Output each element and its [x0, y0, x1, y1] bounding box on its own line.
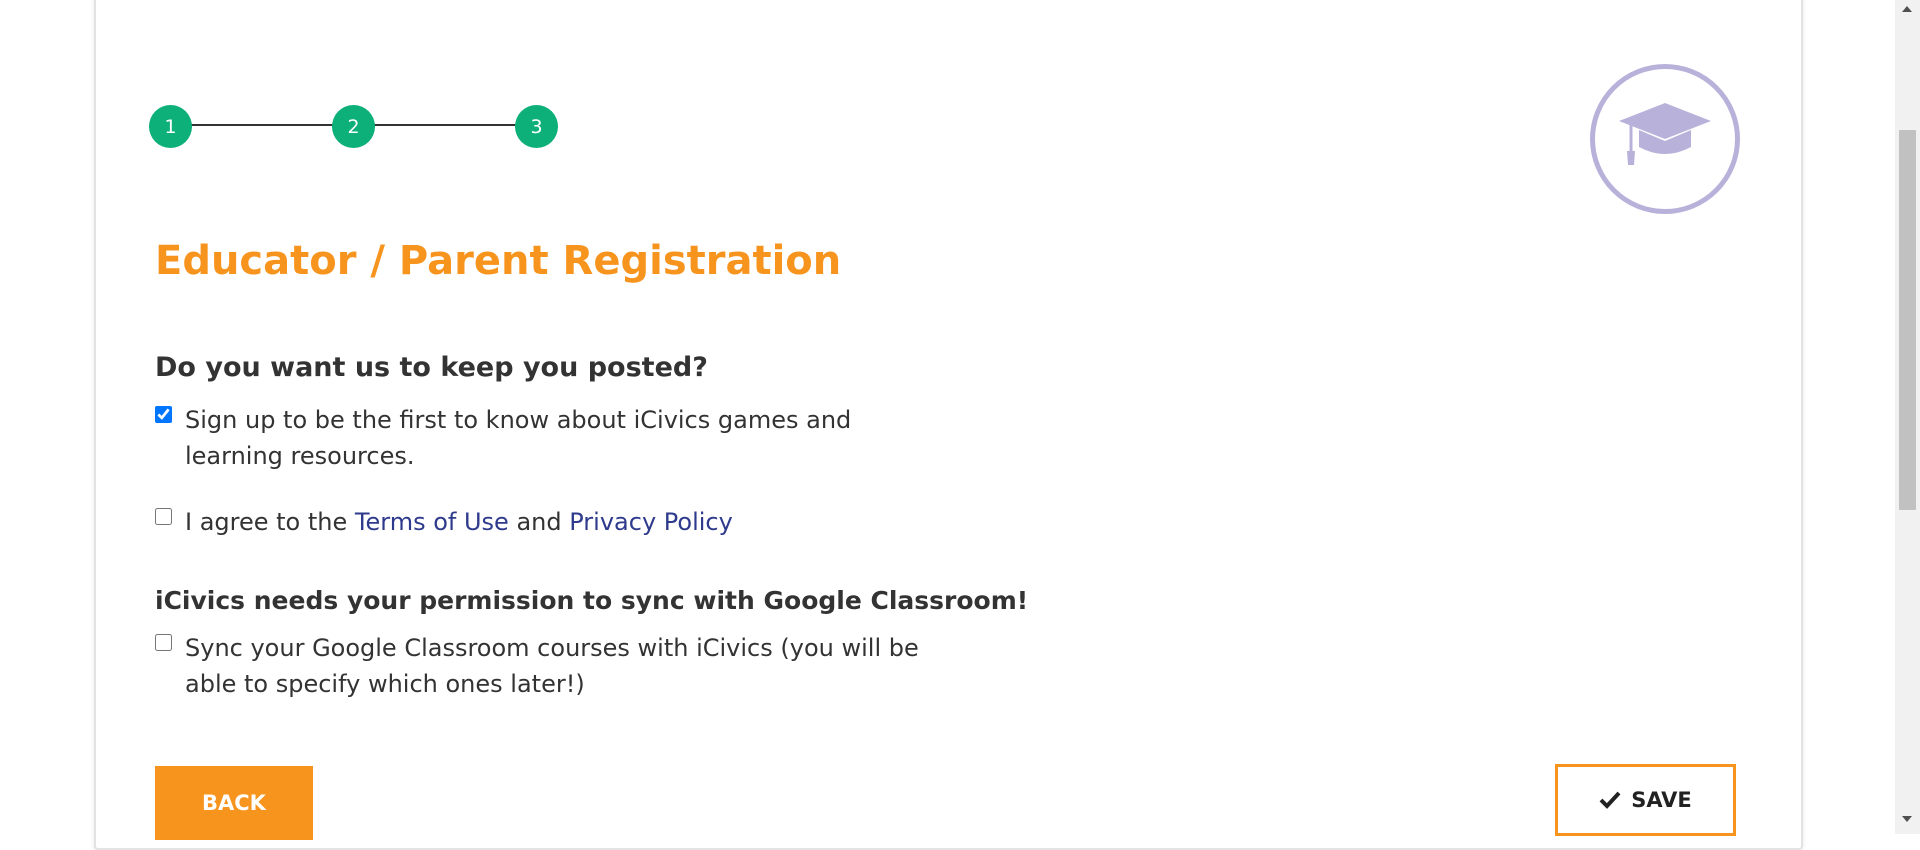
step-2: 2	[332, 105, 375, 148]
scroll-up-arrow-icon[interactable]	[1902, 6, 1912, 12]
back-button[interactable]: BACK	[155, 766, 313, 840]
save-button[interactable]: SAVE	[1555, 764, 1736, 836]
scroll-thumb[interactable]	[1899, 130, 1916, 510]
terms-prefix: I agree to the	[185, 508, 348, 536]
step-1-number: 1	[164, 115, 177, 138]
step-3: 3	[515, 105, 558, 148]
page-scrollbar[interactable]	[1895, 0, 1920, 834]
step-3-number: 3	[530, 115, 543, 138]
page-title: Educator / Parent Registration	[155, 238, 842, 284]
save-button-label: SAVE	[1631, 788, 1692, 812]
privacy-policy-link[interactable]: Privacy Policy	[569, 508, 733, 536]
terms-of-use-link[interactable]: Terms of Use	[355, 508, 509, 536]
terms-label: I agree to the Terms of Use and Privacy …	[185, 504, 945, 540]
checkmark-icon	[1599, 791, 1621, 809]
newsletter-heading: Do you want us to keep you posted?	[155, 352, 708, 383]
terms-checkbox[interactable]	[155, 508, 172, 525]
step-2-number: 2	[347, 115, 360, 138]
google-sync-checkbox[interactable]	[155, 634, 172, 651]
google-classroom-heading: iCivics needs your permission to sync wi…	[155, 586, 1029, 615]
step-1: 1	[149, 105, 192, 148]
registration-card: 1 2 3 Educator / Parent Registration Do …	[94, 0, 1803, 850]
newsletter-checkbox[interactable]	[155, 406, 172, 423]
graduation-cap-icon	[1590, 64, 1740, 214]
google-sync-label: Sync your Google Classroom courses with …	[185, 634, 919, 698]
terms-and: and	[516, 508, 562, 536]
newsletter-label: Sign up to be the first to know about iC…	[185, 406, 852, 470]
google-sync-option: Sync your Google Classroom courses with …	[155, 630, 945, 702]
scroll-down-arrow-icon[interactable]	[1902, 816, 1912, 822]
back-button-label: BACK	[202, 791, 266, 815]
newsletter-option: Sign up to be the first to know about iC…	[155, 402, 945, 474]
terms-option: I agree to the Terms of Use and Privacy …	[155, 504, 945, 540]
